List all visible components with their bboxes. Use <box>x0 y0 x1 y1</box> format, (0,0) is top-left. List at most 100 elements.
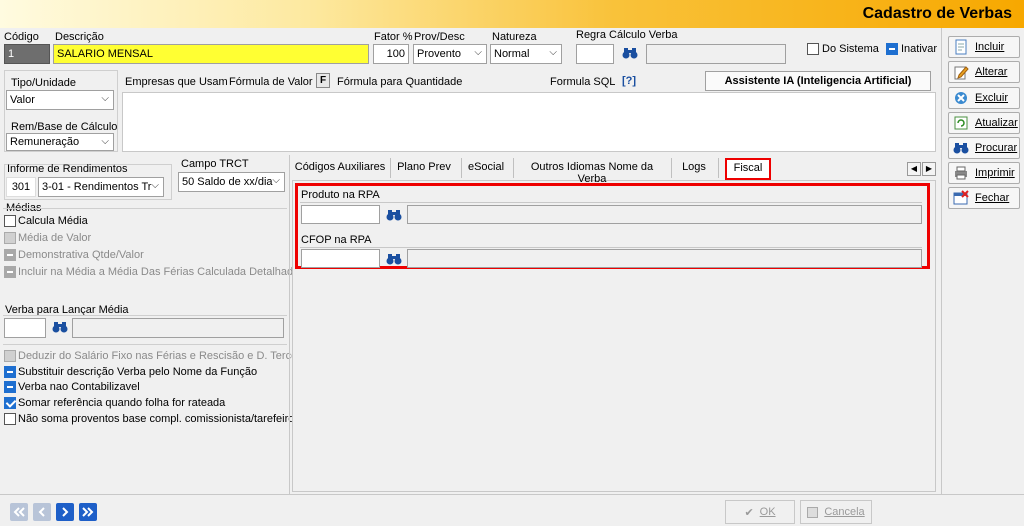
cfop-rpa-desc <box>407 249 922 268</box>
do-sistema-label: Do Sistema <box>822 43 879 55</box>
trct-value: 50 Saldo de xx/dia <box>182 176 273 188</box>
new-document-icon <box>955 39 967 55</box>
refresh-icon <box>954 116 968 130</box>
informe-value: 3-01 - Rendimentos Tr <box>42 181 152 193</box>
tab-logs[interactable]: Logs <box>674 158 714 180</box>
media-valor-checkbox <box>4 232 16 244</box>
inativar-label: Inativar <box>901 43 938 55</box>
nao-soma-checkbox[interactable] <box>4 413 16 425</box>
tab-outros-idiomas[interactable]: Outros Idiomas Nome da Verba <box>517 158 667 185</box>
tab-plano-prev[interactable]: Plano Prev <box>394 158 454 180</box>
tab-codigos-auxiliares[interactable]: Códigos Auxiliares <box>294 158 386 180</box>
binoculars-icon <box>953 143 969 154</box>
provdesc-select[interactable]: Provento ⌵ <box>413 44 487 64</box>
atualizar-button[interactable]: Atualizar <box>948 112 1020 134</box>
fechar-label: Fechar <box>975 192 1010 204</box>
close-window-icon <box>953 190 969 205</box>
atualizar-label: Atualizar <box>975 117 1018 129</box>
printer-icon <box>955 166 967 180</box>
rem-value: Remuneração <box>10 136 80 148</box>
cancela-label: Cancela <box>824 506 865 518</box>
chevron-down-icon: ⌵ <box>549 47 557 58</box>
deduzir-label: Deduzir do Salário Fixo nas Férias e Res… <box>18 350 310 362</box>
produto-rpa-desc <box>407 205 922 224</box>
ok-label: OK <box>759 506 776 518</box>
nao-soma-label: Não soma proventos base compl. comission… <box>18 413 295 425</box>
side-divider <box>941 28 942 494</box>
cfop-rpa-field[interactable] <box>301 249 380 268</box>
verba-media-divider <box>3 315 287 316</box>
binoculars-icon[interactable] <box>52 321 68 333</box>
inativar-checkbox[interactable] <box>886 43 898 55</box>
footer-divider <box>0 494 1024 495</box>
do-sistema-checkbox[interactable] <box>807 43 819 55</box>
tab-scroll-right-icon[interactable]: ▶ <box>922 162 936 176</box>
binoculars-icon[interactable] <box>386 253 402 265</box>
calcula-media-checkbox[interactable] <box>4 215 16 227</box>
title-bar: Cadastro de Verbas <box>0 0 1024 28</box>
procurar-label: Procurar <box>975 142 1018 154</box>
cancel-icon <box>807 506 819 518</box>
medias-divider <box>3 208 287 209</box>
window-title: Cadastro de Verbas <box>862 5 1012 22</box>
incluir-media-ferias-label: Incluir na Média a Média Das Férias Calc… <box>18 266 300 278</box>
demonstrativa-label: Demonstrativa Qtde/Valor <box>18 249 144 261</box>
chevron-down-icon: ⌵ <box>151 180 159 191</box>
ok-button[interactable]: ✔ OK <box>725 500 795 524</box>
informe-code-field[interactable]: 301 <box>6 177 36 197</box>
tipo-select[interactable]: Valor ⌵ <box>6 90 114 110</box>
produto-rpa-label: Produto na RPA <box>301 189 380 201</box>
last-record-icon[interactable] <box>79 503 97 521</box>
cancela-button[interactable]: Cancela <box>800 500 872 524</box>
produto-rpa-field[interactable] <box>301 205 380 224</box>
codigo-field[interactable]: 1 <box>4 44 50 64</box>
media-valor-label: Média de Valor <box>18 232 92 244</box>
previous-record-icon[interactable] <box>33 503 51 521</box>
tab-esocial[interactable]: eSocial <box>464 158 508 180</box>
substituir-label: Substituir descrição Verba pelo Nome da … <box>18 366 258 378</box>
excluir-button[interactable]: Excluir <box>948 87 1020 109</box>
assistente-ia-button[interactable]: Assistente IA (Inteligencia Artificial) <box>705 71 931 91</box>
regra-label: Regra Cálculo Verba <box>576 29 678 41</box>
descricao-field[interactable]: SALARIO MENSAL <box>53 44 369 64</box>
incluir-label: Incluir <box>975 41 1005 53</box>
tab-formula-valor[interactable]: Fórmula de Valor <box>229 76 313 88</box>
procurar-button[interactable]: Procurar <box>948 137 1020 159</box>
first-record-icon[interactable] <box>10 503 28 521</box>
next-record-icon[interactable] <box>56 503 74 521</box>
rem-label: Rem/Base de Cálculo <box>11 121 118 133</box>
tab-fiscal[interactable]: Fiscal <box>725 158 771 180</box>
imprimir-button[interactable]: Imprimir <box>948 162 1020 184</box>
trct-select[interactable]: 50 Saldo de xx/dia ⌵ <box>178 172 285 192</box>
panel-divider <box>289 155 290 495</box>
regra-field[interactable] <box>576 44 614 64</box>
f-button[interactable]: F <box>316 73 330 88</box>
rem-select[interactable]: Remuneração ⌵ <box>6 133 114 151</box>
provdesc-value: Provento <box>417 48 462 60</box>
nao-contabilizavel-label: Verba nao Contabilizavel <box>18 381 140 393</box>
tab-formula-sql[interactable]: Formula SQL <box>550 76 615 88</box>
codigo-label: Código <box>4 31 39 43</box>
binoculars-icon[interactable] <box>386 209 402 221</box>
substituir-checkbox[interactable] <box>4 366 16 378</box>
natureza-select[interactable]: Normal ⌵ <box>490 44 562 64</box>
chevron-down-icon: ⌵ <box>101 93 109 104</box>
alterar-button[interactable]: Alterar <box>948 61 1020 83</box>
informe-select[interactable]: 3-01 - Rendimentos Tr ⌵ <box>38 177 164 197</box>
verba-media-field[interactable] <box>4 318 46 338</box>
fechar-button[interactable]: Fechar <box>948 187 1020 209</box>
nao-contabilizavel-checkbox[interactable] <box>4 381 16 393</box>
incluir-button[interactable]: Incluir <box>948 36 1020 58</box>
chevron-down-icon: ⌵ <box>272 175 280 186</box>
somar-referencia-checkbox[interactable] <box>4 397 16 409</box>
fator-field[interactable]: 100 <box>373 44 409 64</box>
binoculars-icon[interactable] <box>622 47 638 59</box>
imprimir-label: Imprimir <box>975 167 1015 179</box>
tipo-value: Valor <box>10 94 35 106</box>
formula-editor[interactable] <box>122 92 936 152</box>
tab-scroll-left-icon[interactable]: ◀ <box>907 162 921 176</box>
sql-help-button[interactable]: [?] <box>622 75 636 87</box>
edit-pencil-icon <box>954 66 969 80</box>
tab-empresas[interactable]: Empresas que Usam <box>125 76 228 88</box>
tab-formula-qtd[interactable]: Fórmula para Quantidade <box>337 76 462 88</box>
